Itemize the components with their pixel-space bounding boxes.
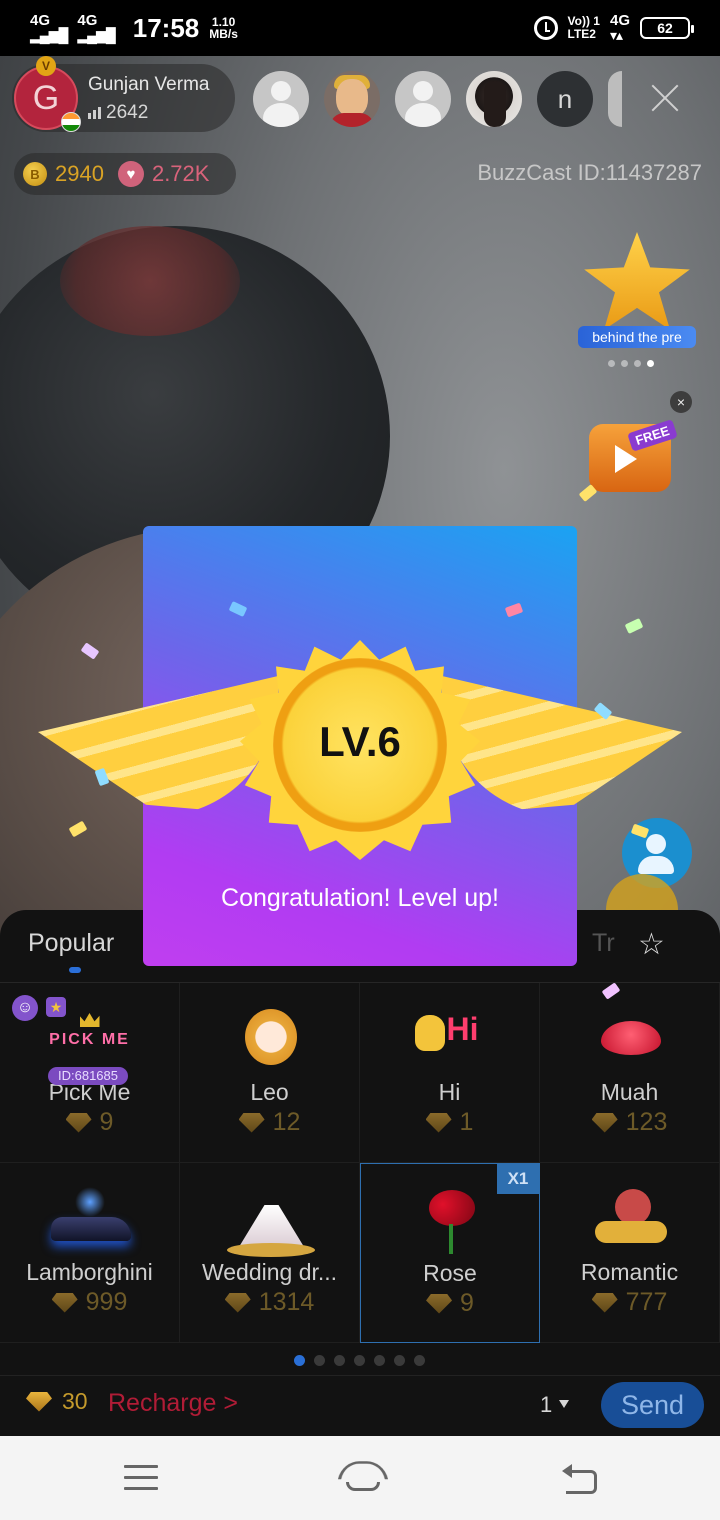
gift-grid: ☺ ★ PICK ME ID:681685 Pick Me 9 Leo 12 H… xyxy=(0,983,720,1343)
tab-trending[interactable]: Tr xyxy=(592,929,620,958)
back-icon[interactable] xyxy=(562,1464,598,1494)
free-tv-widget[interactable]: FREE xyxy=(585,410,685,494)
gift-price: 9 xyxy=(426,1289,474,1318)
recharge-link[interactable]: Recharge > xyxy=(108,1389,238,1418)
gift-name: Romantic xyxy=(580,1259,679,1285)
clock: 17:58 xyxy=(132,12,200,43)
gift-item-lamborghini[interactable]: Lamborghini 999 xyxy=(0,1163,180,1343)
battery-indicator: 62 xyxy=(640,17,694,39)
gift-page-dots[interactable] xyxy=(294,1355,425,1366)
level-up-message: Congratulation! Level up! xyxy=(221,884,499,912)
tab-popular[interactable]: Popular xyxy=(28,929,114,958)
signal-1: 4G ▂▄▆█ xyxy=(30,12,68,43)
send-button[interactable]: Send xyxy=(601,1382,704,1428)
gift-price: 999 xyxy=(51,1288,127,1317)
diamond-icon xyxy=(591,1112,618,1133)
couple-bike-gift-icon xyxy=(585,1185,675,1257)
emoji-icon: ☺ xyxy=(12,995,38,1021)
gift-price: 777 xyxy=(591,1288,667,1317)
signal-3: 4G ▾▴ xyxy=(609,12,630,43)
lips-gift-icon xyxy=(585,1005,675,1077)
india-flag-icon xyxy=(61,112,81,132)
alarm-icon xyxy=(533,16,558,40)
gift-item-leo[interactable]: Leo 12 xyxy=(180,983,360,1163)
gift-id-tag: ID:681685 xyxy=(48,1067,128,1085)
gift-name: Hi xyxy=(438,1079,461,1105)
level-bars-icon xyxy=(88,107,101,119)
host-stats[interactable]: B 2940 ♥ 2.72K xyxy=(14,153,236,195)
status-bar: 4G ▂▄▆█ 4G ▂▄▆█ 17:58 1.10 MB/s Vo)) 1 LTE2 … xyxy=(0,0,720,56)
gift-item-muah[interactable]: Muah 123 xyxy=(540,983,720,1163)
network-speed: 1.10 MB/s xyxy=(209,15,238,41)
wedding-dress-gift-icon xyxy=(225,1185,315,1257)
home-icon[interactable] xyxy=(336,1460,384,1496)
diamond-icon xyxy=(65,1112,92,1133)
gift-price: 12 xyxy=(238,1108,300,1137)
gift-price: 9 xyxy=(65,1108,113,1137)
waving-hand-gift-icon: Hi xyxy=(405,1005,495,1077)
menu-icon[interactable] xyxy=(124,1465,158,1491)
volte-indicator: Vo)) 1 LTE2 xyxy=(567,14,600,41)
diamond-icon xyxy=(426,1293,453,1314)
rose-gift-icon xyxy=(405,1186,495,1258)
gift-item-hi[interactable]: Hi Hi 1 xyxy=(360,983,540,1163)
gift-item-pick-me[interactable]: ☺ ★ PICK ME ID:681685 Pick Me 9 xyxy=(0,983,180,1163)
coin-count: 2940 xyxy=(55,161,104,186)
favorite-star-icon[interactable]: ☆ xyxy=(638,930,665,960)
gift-item-wedding-dress[interactable]: Wedding dr... 1314 xyxy=(180,1163,360,1343)
diamond-icon xyxy=(591,1292,618,1313)
banner-pager-dots xyxy=(608,360,654,367)
diamond-icon xyxy=(238,1112,265,1133)
viewer-avatar-4[interactable] xyxy=(466,71,522,127)
event-star-banner[interactable]: behind the pre xyxy=(578,232,696,352)
star-ribbon-text: behind the pre xyxy=(578,326,696,348)
gift-name: Muah xyxy=(600,1079,659,1105)
diamond-icon xyxy=(26,1391,52,1412)
gift-name: Lamborghini xyxy=(26,1259,153,1285)
viewer-avatar-1[interactable] xyxy=(253,71,309,127)
star-icon xyxy=(584,232,690,330)
host-name: Gunjan Verma xyxy=(88,74,210,95)
gift-item-rose[interactable]: X1 Rose 9 xyxy=(360,1163,540,1343)
heart-icon: ♥ xyxy=(117,161,144,187)
buzzcast-id: BuzzCast ID:11437287 xyxy=(477,160,702,185)
lion-gift-icon xyxy=(225,1005,315,1077)
diamond-balance: 30 xyxy=(26,1388,88,1415)
gift-name: Wedding dr... xyxy=(201,1259,338,1285)
chevron-down-icon[interactable] xyxy=(559,1400,569,1408)
gift-name: Rose xyxy=(423,1260,477,1286)
gift-name: Leo xyxy=(250,1079,289,1105)
viewer-avatar-3[interactable] xyxy=(395,71,451,127)
gift-item-romantic[interactable]: Romantic 777 xyxy=(540,1163,720,1343)
quantity-badge: X1 xyxy=(497,1164,539,1194)
quantity-selector[interactable]: 1 xyxy=(540,1392,552,1418)
diamond-icon xyxy=(224,1292,251,1313)
viewer-avatar-2[interactable] xyxy=(324,71,380,127)
vip-crown-icon: V xyxy=(36,56,56,76)
gift-price: 1 xyxy=(425,1108,473,1137)
gift-price: 1314 xyxy=(224,1288,314,1317)
like-count: 2.72K xyxy=(151,161,210,186)
car-gift-icon xyxy=(45,1185,135,1257)
viewer-avatar-5[interactable]: n xyxy=(537,71,593,127)
viewer-avatar-6[interactable] xyxy=(608,71,622,127)
host-score: 2642 xyxy=(88,102,148,124)
gift-price: 123 xyxy=(591,1108,667,1137)
diamond-icon xyxy=(51,1292,78,1313)
diamond-icon xyxy=(425,1112,452,1133)
coin-icon: B xyxy=(23,162,47,186)
active-tab-indicator xyxy=(69,967,81,973)
divider xyxy=(0,1375,720,1376)
signal-2: 4G ▂▄▆█ xyxy=(77,12,115,43)
close-icon[interactable] xyxy=(645,78,685,118)
level-label: LV.6 xyxy=(319,718,401,765)
